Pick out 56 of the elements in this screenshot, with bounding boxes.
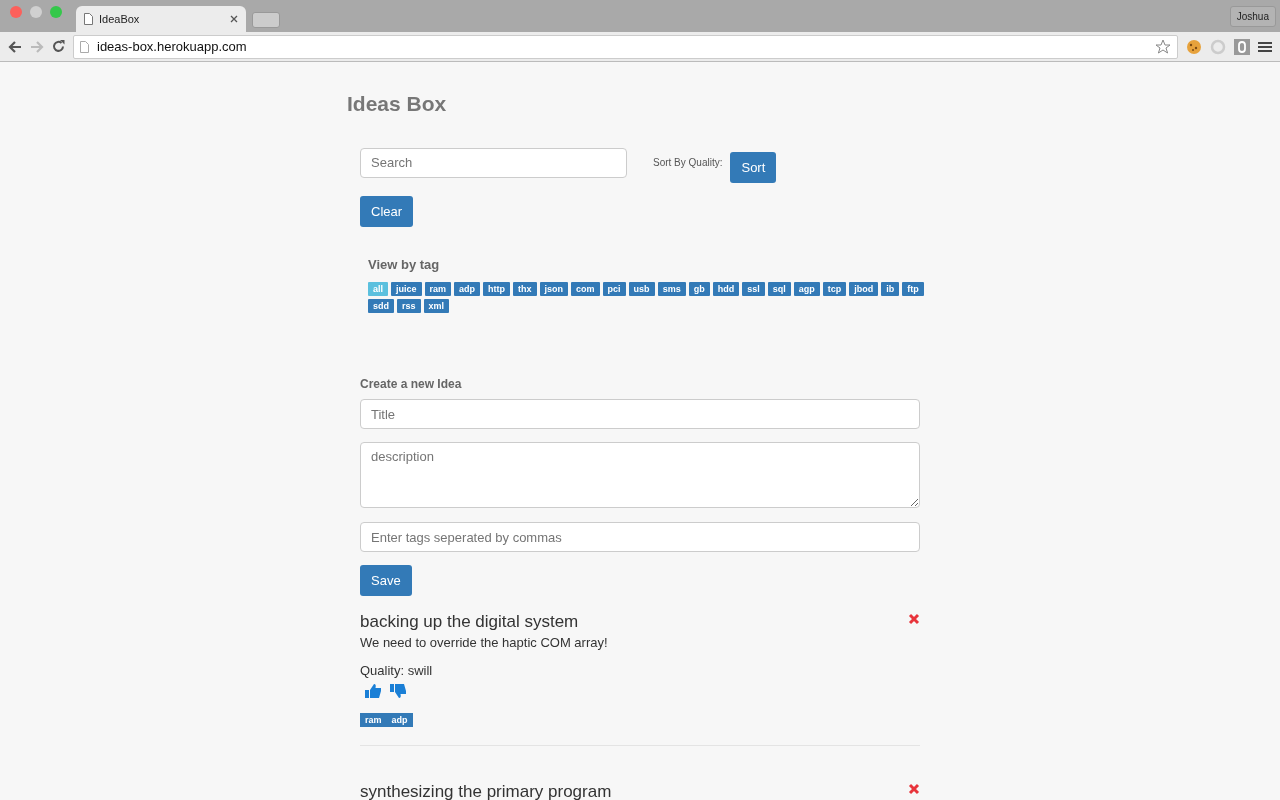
delete-icon[interactable] (908, 783, 920, 795)
tag-filter[interactable]: adp (454, 282, 481, 296)
idea-description: We need to override the haptic COM array! (360, 635, 609, 650)
page-icon (84, 13, 93, 25)
tags-field[interactable]: Enter tags seperated by commas (360, 522, 920, 552)
tab-title: IdeaBox (99, 13, 141, 25)
idea-quality: Quality: swill (360, 663, 434, 678)
title-field[interactable]: Title (360, 399, 920, 429)
tag-filter[interactable]: ram (424, 282, 452, 296)
tag-filter[interactable]: sql (767, 282, 791, 296)
form-heading: Create a new Idea (360, 377, 463, 391)
description-field[interactable]: description (360, 442, 920, 508)
tag-filter[interactable]: thx (513, 282, 537, 296)
browser-tab[interactable]: IdeaBox (76, 6, 246, 32)
tag-filter[interactable]: hdd (712, 282, 740, 296)
thumbs-down-icon[interactable] (390, 683, 407, 699)
tag-filter[interactable]: ssl (742, 282, 765, 296)
tag-filter-heading: View by tag (368, 257, 441, 272)
tag-filter[interactable]: ib (881, 282, 900, 296)
tag-filter[interactable]: rss (397, 299, 421, 313)
idea-tag[interactable]: ram (360, 713, 387, 727)
tag-filter[interactable]: http (483, 282, 511, 296)
page-icon (80, 40, 89, 53)
tag-filter[interactable]: com (571, 282, 600, 296)
idea-title: backing up the digital system (360, 612, 579, 632)
star-icon[interactable] (1155, 38, 1171, 55)
menu-icon[interactable] (1258, 40, 1272, 53)
search-field[interactable]: Search (360, 147, 627, 178)
sort-label: Sort By Quality: (653, 157, 723, 168)
tag-filter[interactable]: sdd (368, 299, 394, 313)
save-button[interactable]: Save (360, 565, 412, 596)
tag-filter[interactable]: agp (793, 282, 820, 296)
back-icon[interactable] (8, 40, 22, 53)
sort-button[interactable]: Sort (730, 152, 777, 183)
tag-filter[interactable]: ftp (902, 282, 924, 296)
tag-filter[interactable]: gb (688, 282, 710, 296)
thumbs-up-icon[interactable] (365, 683, 382, 699)
delete-icon[interactable] (908, 613, 920, 625)
tag-filter[interactable]: juice (391, 282, 422, 296)
tag-filter[interactable]: jbod (849, 282, 879, 296)
idea-title: synthesizing the primary program (360, 782, 612, 800)
tag-filter[interactable]: json (539, 282, 569, 296)
tag-filter[interactable]: xml (423, 299, 450, 313)
counter-icon[interactable] (1234, 38, 1250, 55)
tag-filter[interactable]: tcp (822, 282, 847, 296)
cookie-icon[interactable] (1186, 38, 1202, 55)
close-icon[interactable] (230, 15, 238, 23)
idea-tag[interactable]: adp (386, 713, 413, 727)
address-bar[interactable]: ideas-box.herokuapp.com (73, 34, 1178, 59)
page-title: Ideas Box (347, 92, 448, 116)
tag-filter[interactable]: usb (628, 282, 655, 296)
reload-icon[interactable] (52, 40, 65, 53)
profile-button[interactable]: Joshua (1229, 6, 1276, 27)
tag-filter[interactable]: pci (602, 282, 626, 296)
tag-filter[interactable]: sms (657, 282, 686, 296)
clear-button[interactable]: Clear (360, 196, 414, 227)
